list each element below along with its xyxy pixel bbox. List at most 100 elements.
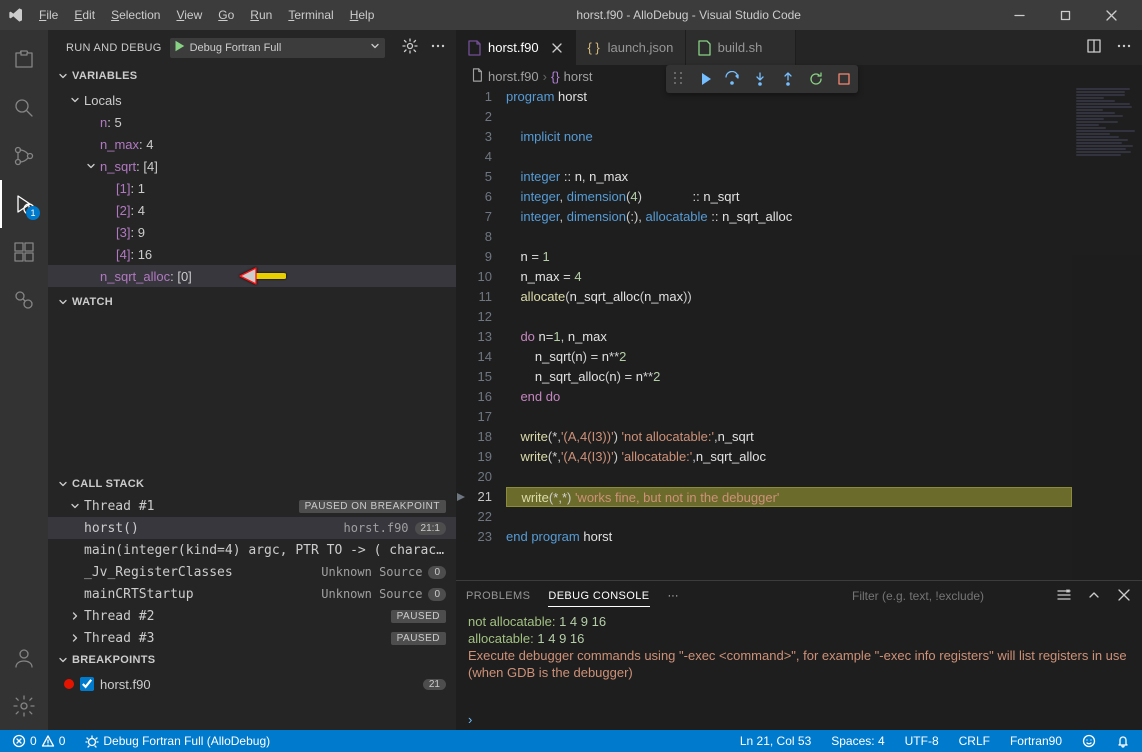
accounts-icon[interactable] [0, 634, 48, 682]
settings-gear-icon[interactable] [0, 682, 48, 730]
menu-bar: FileEditSelectionViewGoRunTerminalHelp [32, 4, 381, 26]
more-icon[interactable]: ··· [668, 590, 679, 602]
minimap[interactable] [1072, 87, 1142, 580]
variable-row[interactable]: [2]: 4 [48, 199, 456, 221]
stack-frame[interactable]: main(integer(kind=4) argc, PTR TO -> ( c… [48, 539, 456, 561]
stack-frame[interactable]: horst()horst.f9021:1 [48, 517, 456, 539]
step-out-icon[interactable] [780, 71, 796, 87]
breadcrumb-file[interactable]: horst.f90 [488, 69, 539, 84]
extensions-icon[interactable] [0, 228, 48, 276]
menu-terminal[interactable]: Terminal [281, 4, 340, 26]
callstack-body: Thread #1PAUSED ON BREAKPOINThorst()hors… [48, 495, 456, 649]
code-editor[interactable]: 1234567891011121314151617181920212223 pr… [456, 87, 1142, 580]
file-icon [696, 40, 712, 56]
run-debug-icon[interactable]: 1 [0, 180, 48, 228]
more-icon[interactable] [1116, 38, 1132, 57]
status-eol[interactable]: CRLF [955, 734, 994, 748]
breakpoints-section-header[interactable]: BREAKPOINTS [48, 649, 456, 671]
feedback-icon[interactable] [1078, 734, 1100, 748]
stop-icon[interactable] [836, 71, 852, 87]
thread-row[interactable]: Thread #3PAUSED [48, 627, 456, 649]
status-bar: 0 0 Debug Fortran Full (AlloDebug) Ln 21… [0, 730, 1142, 752]
gear-icon[interactable] [402, 38, 418, 57]
debug-console-tab[interactable]: DEBUG CONSOLE [548, 586, 649, 607]
stack-frame[interactable]: _Jv_RegisterClassesUnknown Source0 [48, 561, 456, 583]
window-title: horst.f90 - AlloDebug - Visual Studio Co… [381, 8, 996, 22]
locals-scope[interactable]: Locals [48, 89, 456, 111]
testing-icon[interactable] [0, 276, 48, 324]
breakpoint-checkbox[interactable] [80, 677, 94, 691]
thread-row[interactable]: Thread #1PAUSED ON BREAKPOINT [48, 495, 456, 517]
variable-row[interactable]: n_max: 4 [48, 133, 456, 155]
json-icon: { } [586, 40, 602, 56]
menu-file[interactable]: File [32, 4, 65, 26]
breadcrumb[interactable]: horst.f90 › {} horst [456, 65, 1142, 87]
status-errors[interactable]: 0 0 [8, 734, 69, 748]
tab-label: launch.json [608, 40, 674, 55]
restart-icon[interactable] [808, 71, 824, 87]
console-hint: Execute debugger commands using "-exec <… [468, 647, 1130, 681]
close-icon[interactable] [549, 40, 565, 56]
status-cursor[interactable]: Ln 21, Col 53 [736, 734, 815, 748]
stack-frame[interactable]: mainCRTStartupUnknown Source0 [48, 583, 456, 605]
watch-body[interactable] [48, 313, 456, 473]
variable-row[interactable]: [1]: 1 [48, 177, 456, 199]
variable-row[interactable]: n_sqrt_alloc: [0] [48, 265, 456, 287]
clear-console-icon[interactable] [1056, 587, 1072, 606]
tab-label: horst.f90 [488, 40, 539, 55]
menu-run[interactable]: Run [243, 4, 279, 26]
editor-tab[interactable]: horst.f90 [456, 30, 576, 65]
source-control-icon[interactable] [0, 132, 48, 180]
status-language[interactable]: Fortran90 [1006, 734, 1066, 748]
variables-section-header[interactable]: VARIABLES [48, 65, 456, 87]
split-editor-icon[interactable] [1086, 38, 1102, 57]
menu-go[interactable]: Go [211, 4, 241, 26]
editor-tab[interactable]: { } launch.json [576, 30, 686, 65]
variable-row[interactable]: [3]: 9 [48, 221, 456, 243]
thread-row[interactable]: Thread #2PAUSED [48, 605, 456, 627]
menu-view[interactable]: View [169, 4, 209, 26]
breakpoints-body: horst.f9021 [48, 671, 456, 697]
menu-edit[interactable]: Edit [67, 4, 102, 26]
variable-row[interactable]: n_sqrt: [4] [48, 155, 456, 177]
status-debug[interactable]: Debug Fortran Full (AlloDebug) [81, 734, 274, 748]
search-icon[interactable] [0, 84, 48, 132]
close-panel-icon[interactable] [1116, 587, 1132, 606]
variable-row[interactable]: n: 5 [48, 111, 456, 133]
problems-tab[interactable]: PROBLEMS [466, 586, 530, 606]
breakpoint-row[interactable]: horst.f9021 [48, 673, 456, 695]
code-content[interactable]: program horst implicit none integer :: n… [506, 87, 1142, 580]
grip-icon[interactable] [672, 71, 684, 88]
close-button[interactable] [1088, 0, 1134, 30]
step-over-icon[interactable] [724, 71, 740, 87]
annotation-arrow-icon [236, 265, 286, 287]
notifications-icon[interactable] [1112, 734, 1134, 748]
status-encoding[interactable]: UTF-8 [901, 734, 943, 748]
status-spaces[interactable]: Spaces: 4 [827, 734, 888, 748]
debug-console-output[interactable]: not allocatable: 1 4 9 16allocatable: 1 … [456, 611, 1142, 708]
editor-tab[interactable]: build.sh [686, 30, 796, 65]
minimize-button[interactable] [996, 0, 1042, 30]
watch-section-header[interactable]: WATCH [48, 291, 456, 313]
collapse-icon[interactable] [1086, 587, 1102, 606]
launch-config-selector[interactable]: Debug Fortran Full [170, 38, 386, 58]
more-icon[interactable] [430, 38, 446, 57]
vscode-logo-icon [8, 7, 24, 23]
explorer-icon[interactable] [0, 36, 48, 84]
debug-console-input[interactable]: › [456, 708, 1142, 730]
debug-toolbar[interactable] [666, 65, 858, 93]
variables-body: Localsn: 5n_max: 4n_sqrt: [4][1]: 1[2]: … [48, 87, 456, 291]
filter-input[interactable] [846, 587, 1026, 605]
menu-help[interactable]: Help [343, 4, 382, 26]
maximize-button[interactable] [1042, 0, 1088, 30]
breadcrumb-symbol[interactable]: horst [564, 69, 593, 84]
run-debug-header: RUN AND DEBUG Debug Fortran Full [48, 30, 456, 65]
step-into-icon[interactable] [752, 71, 768, 87]
sidebar: RUN AND DEBUG Debug Fortran Full VARIABL… [48, 30, 456, 730]
start-debug-icon[interactable] [172, 39, 186, 56]
menu-selection[interactable]: Selection [104, 4, 167, 26]
chevron-down-icon [56, 478, 70, 490]
callstack-section-header[interactable]: CALL STACK [48, 473, 456, 495]
continue-icon[interactable] [696, 71, 712, 87]
variable-row[interactable]: [4]: 16 [48, 243, 456, 265]
